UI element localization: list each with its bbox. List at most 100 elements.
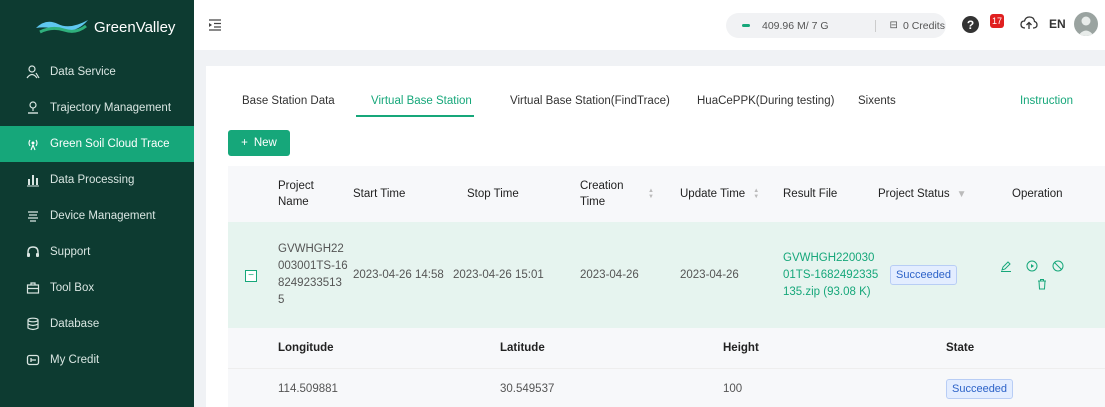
table-row[interactable]: − GVWHGH22003001TS-1682492335135 2023-04… <box>228 222 1105 328</box>
active-tab-indicator <box>356 115 474 117</box>
column-creation-time[interactable]: Creation Time ▲ ▼ <box>580 166 654 222</box>
column-state: State <box>946 342 975 354</box>
avatar[interactable] <box>1074 12 1098 36</box>
play-icon[interactable] <box>1026 260 1038 275</box>
operation-actions <box>1000 260 1064 275</box>
bars-icon <box>26 173 40 187</box>
sidebar-item-label: Data Service <box>50 66 116 78</box>
sidebar-item-trajectory-management[interactable]: Trajectory Management <box>0 90 194 126</box>
sidebar-item-label: My Credit <box>50 354 100 366</box>
tab-bar: Base Station Data Virtual Base Station V… <box>206 66 1105 117</box>
cell-latitude: 30.549537 <box>500 383 555 395</box>
headset-icon <box>26 245 40 259</box>
brand-logo[interactable]: GreenValley <box>0 0 194 54</box>
instruction-link[interactable]: Instruction <box>1020 95 1073 107</box>
column-longitude: Longitude <box>278 342 334 354</box>
credits-icon: ⊟ <box>889 20 898 31</box>
cell-height: 100 <box>723 383 743 395</box>
edit-icon[interactable] <box>1000 260 1012 275</box>
column-height: Height <box>723 342 759 354</box>
sidebar-item-green-soil-cloud-trace[interactable]: Green Soil Cloud Trace <box>0 126 194 162</box>
divider <box>874 19 876 32</box>
column-project-status[interactable]: Project Status ▼ <box>878 166 967 222</box>
cell-state: Succeeded <box>946 369 1014 407</box>
top-bar: 409.96 M/ 7 G ⊟ 0 Credits ? 17 EN <box>194 0 1105 50</box>
signal-icon <box>26 137 40 151</box>
plus-icon: + <box>241 137 248 149</box>
cell-update-time: 2023-04-26 <box>680 269 739 281</box>
new-button-label: New <box>253 137 277 149</box>
credits-text: 0 Credits <box>902 19 945 32</box>
column-update-time-label: Update Time <box>680 188 746 200</box>
sidebar-item-my-credit[interactable]: My Credit <box>0 342 194 378</box>
status-badge: Succeeded <box>946 379 1014 399</box>
tab-huaceppk[interactable]: HuaCePPK(During testing) <box>697 95 834 107</box>
sidebar-item-tool-box[interactable]: Tool Box <box>0 270 194 306</box>
database-icon <box>26 317 40 331</box>
collapse-row-icon[interactable]: − <box>245 270 257 282</box>
person-pin-icon <box>26 101 40 115</box>
help-icon[interactable]: ? <box>962 16 979 33</box>
language-switcher[interactable]: EN <box>1049 17 1066 31</box>
tab-sixents[interactable]: Sixents <box>858 95 896 107</box>
cell-result-file: GVWHGH22003001TS-1682492335135.zip (93.0… <box>783 222 879 328</box>
cell-longitude: 114.509881 <box>278 383 338 395</box>
sidebar-item-label: Support <box>50 246 91 258</box>
project-name-text: GVWHGH22003001TS-1682492335135 <box>278 243 348 306</box>
menu-collapse-icon[interactable] <box>208 19 222 34</box>
column-update-time[interactable]: Update Time ▲ ▼ <box>680 166 759 222</box>
users-icon <box>26 65 40 79</box>
sidebar-item-database[interactable]: Database <box>0 306 194 342</box>
projects-table: Project Name Start Time Stop Time Creati… <box>228 166 1105 407</box>
table-header: Project Name Start Time Stop Time Creati… <box>228 166 1105 222</box>
sidebar-item-device-management[interactable]: Device Management <box>0 198 194 234</box>
column-start-time: Start Time <box>353 188 406 200</box>
cell-status: Succeeded <box>890 222 958 328</box>
filter-icon[interactable]: ▼ <box>957 189 967 200</box>
sidebar-item-label: Green Soil Cloud Trace <box>50 138 170 150</box>
device-icon <box>26 209 40 223</box>
sidebar-item-label: Tool Box <box>50 282 95 294</box>
toolbox-icon <box>26 281 40 295</box>
sort-icon[interactable]: ▲ ▼ <box>648 188 654 200</box>
brand-name: GreenValley <box>94 18 176 36</box>
column-latitude: Latitude <box>500 342 545 354</box>
sidebar: GreenValley Data Service Trajectory Mana… <box>0 0 194 407</box>
column-project-status-label: Project Status <box>878 188 950 200</box>
tab-virtual-base-station[interactable]: Virtual Base Station <box>371 95 472 107</box>
storage-usage[interactable]: 409.96 M/ 7 G ⊟ 0 Credits <box>726 13 946 38</box>
greenvalley-logo-icon <box>36 20 88 34</box>
cell-creation-time: 2023-04-26 <box>580 269 639 281</box>
storage-progress-bar <box>742 24 750 27</box>
cell-start-time: 2023-04-26 14:58 <box>353 269 444 281</box>
sidebar-item-label: Database <box>50 318 100 330</box>
sidebar-item-data-service[interactable]: Data Service <box>0 54 194 90</box>
detail-table-row: 114.509881 30.549537 100 Succeeded <box>228 368 1105 407</box>
credit-icon <box>26 353 40 367</box>
cell-stop-time: 2023-04-26 15:01 <box>453 269 544 281</box>
sidebar-item-support[interactable]: Support <box>0 234 194 270</box>
tab-base-station-data[interactable]: Base Station Data <box>242 95 335 107</box>
cloud-upload-icon[interactable] <box>1020 16 1038 33</box>
detail-table-header: Longitude Latitude Height State <box>228 328 1105 368</box>
notification-badge[interactable]: 17 <box>990 14 1004 28</box>
cancel-icon[interactable] <box>1052 260 1064 275</box>
status-badge: Succeeded <box>890 265 958 285</box>
tab-virtual-base-station-findtrace[interactable]: Virtual Base Station(FindTrace) <box>510 95 670 107</box>
column-operation: Operation <box>1012 188 1063 200</box>
column-result-file: Result File <box>783 188 838 200</box>
delete-icon[interactable] <box>1036 278 1048 293</box>
column-stop-time: Stop Time <box>467 188 519 200</box>
sort-icon[interactable]: ▲ ▼ <box>753 188 759 200</box>
new-button[interactable]: + New <box>228 130 290 156</box>
sidebar-item-label: Data Processing <box>50 174 135 186</box>
result-file-link[interactable]: GVWHGH22003001TS-1682492335135.zip (93.0… <box>783 250 879 301</box>
column-creation-time-label: Creation Time <box>580 180 624 208</box>
sidebar-item-label: Trajectory Management <box>50 102 172 114</box>
sidebar-item-data-processing[interactable]: Data Processing <box>0 162 194 198</box>
cell-project-name: GVWHGH22003001TS-1682492335135 <box>278 222 348 328</box>
sidebar-item-label: Device Management <box>50 210 156 222</box>
column-project-name: Project Name <box>278 180 314 208</box>
storage-text: 409.96 M/ 7 G <box>762 19 829 32</box>
main-content: Base Station Data Virtual Base Station V… <box>206 66 1105 407</box>
